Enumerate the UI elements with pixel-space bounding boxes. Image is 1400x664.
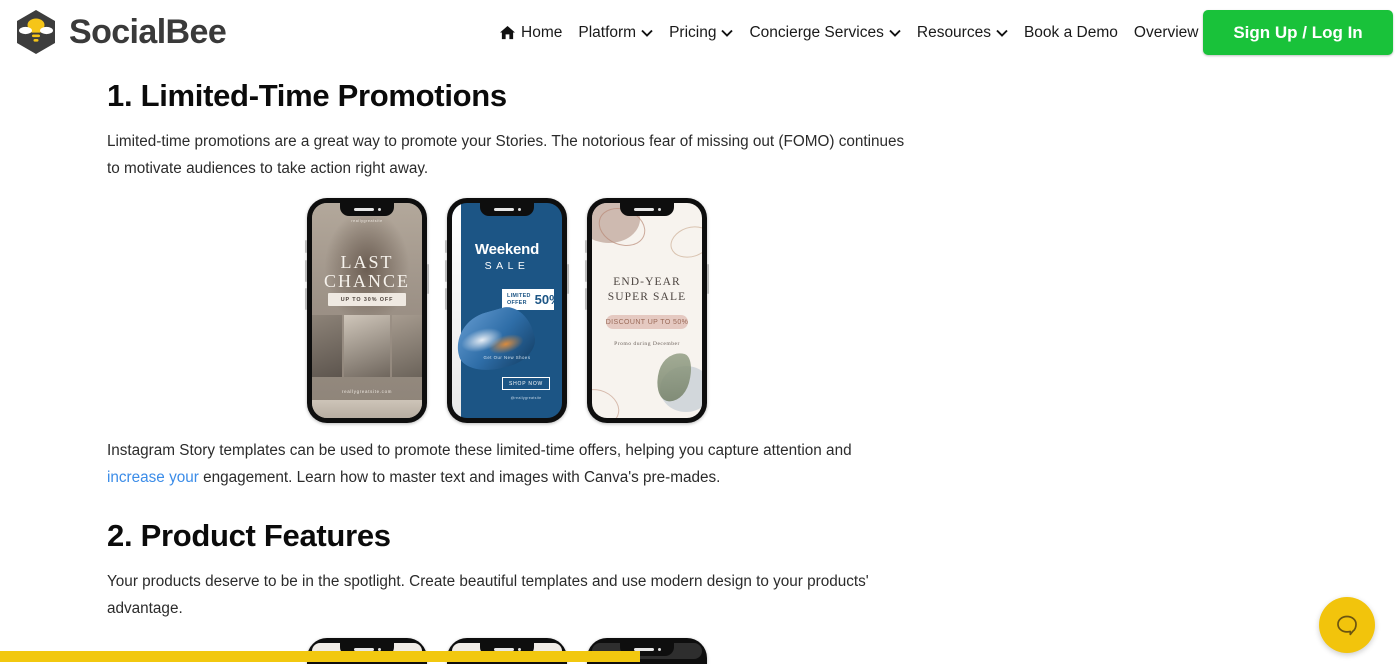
caption-text-before: Instagram Story templates can be used to… [107, 442, 852, 459]
reading-progress-bar [0, 651, 640, 662]
story-badge: UP TO 30% OFF [328, 293, 406, 306]
section1-caption: Instagram Story templates can be used to… [107, 437, 907, 491]
story-title-line1: LAST [312, 253, 422, 272]
story-title-line2: SALE [452, 260, 562, 272]
offer-percent: 50% [535, 292, 561, 307]
story-cta-button: SHOP NOW [502, 377, 550, 390]
increase-your-engagement-link[interactable]: increase your [107, 469, 199, 486]
nav-item-overview[interactable]: Overview [1126, 20, 1207, 45]
brand-name: SocialBee [69, 13, 226, 52]
article-body: 1. Limited-Time Promotions Limited-time … [0, 65, 1400, 664]
story-url: @reallygreatsite [502, 396, 550, 400]
chevron-down-icon [889, 29, 901, 37]
story-url: reallygreatsite.com [312, 389, 422, 394]
nav-item-platform[interactable]: Platform [570, 20, 661, 45]
nav-item-concierge-services[interactable]: Concierge Services [741, 20, 908, 45]
home-icon [499, 25, 516, 40]
nav-item-resources[interactable]: Resources [909, 20, 1016, 45]
nav-label: Platform [578, 20, 636, 45]
section-heading-product-features: 2. Product Features [107, 518, 907, 554]
offer-line1: LIMITED [507, 293, 531, 300]
sneaker-image [452, 301, 540, 378]
phone-notch [480, 203, 534, 216]
main-navigation: Home Platform Pricing Concierge Services… [499, 20, 1207, 45]
phone-notch [340, 203, 394, 216]
speech-bubble-icon [1334, 612, 1360, 638]
phone-mockup-end-year-sale: END-YEAR SUPER SALE DISCOUNT UP TO 50% P… [587, 198, 707, 423]
nav-item-home[interactable]: Home [499, 20, 570, 45]
section-heading-limited-time-promotions: 1. Limited-Time Promotions [107, 78, 907, 114]
phone-notch [620, 203, 674, 216]
story-last-chance: reallygreatsite LAST CHANCE UP TO 30% OF… [312, 203, 422, 418]
story-title-line1: Weekend [452, 241, 562, 258]
story-promo-text: Promo during December [592, 341, 702, 347]
story-discount-text: DISCOUNT UP TO 50% [592, 315, 702, 329]
brand-logo-link[interactable]: SocialBee [12, 8, 226, 56]
help-chat-button[interactable] [1319, 597, 1375, 653]
sign-up-log-in-button[interactable]: Sign Up / Log In [1203, 10, 1393, 55]
story-weekend-sale: Weekend SALE LIMITED OFFER 50% Get Our N… [452, 203, 562, 418]
nav-item-book-a-demo[interactable]: Book a Demo [1016, 20, 1126, 45]
nav-label: Book a Demo [1024, 20, 1118, 45]
chevron-down-icon [996, 29, 1008, 37]
phone-mockup-last-chance: reallygreatsite LAST CHANCE UP TO 30% OF… [307, 198, 427, 423]
story-title-line2: CHANCE [312, 272, 422, 291]
story-handle: reallygreatsite [312, 219, 422, 223]
story-end-year-sale: END-YEAR SUPER SALE DISCOUNT UP TO 50% P… [592, 203, 702, 418]
nav-label: Resources [917, 20, 991, 45]
nav-label: Home [521, 20, 562, 45]
story-templates-gallery: reallygreatsite LAST CHANCE UP TO 30% OF… [307, 198, 907, 423]
bee-hexagon-logo [12, 8, 60, 56]
section1-paragraph: Limited-time promotions are a great way … [107, 128, 907, 182]
site-header: SocialBee Home Platform Pricing Concierg… [0, 0, 1400, 65]
offer-line2: OFFER [507, 300, 531, 307]
chevron-down-icon [721, 29, 733, 37]
nav-label: Overview [1134, 20, 1199, 45]
story-caption: Get Our New Shoes [452, 355, 562, 360]
nav-label: Concierge Services [749, 20, 883, 45]
nav-item-pricing[interactable]: Pricing [661, 20, 741, 45]
section2-paragraph: Your products deserve to be in the spotl… [107, 568, 907, 622]
phone-mockup-weekend-sale: Weekend SALE LIMITED OFFER 50% Get Our N… [447, 198, 567, 423]
story-title-line1: END-YEAR [592, 275, 702, 290]
caption-text-after: engagement. Learn how to master text and… [199, 469, 721, 486]
chevron-down-icon [641, 29, 653, 37]
story-title-line2: SUPER SALE [592, 290, 702, 305]
nav-label: Pricing [669, 20, 716, 45]
